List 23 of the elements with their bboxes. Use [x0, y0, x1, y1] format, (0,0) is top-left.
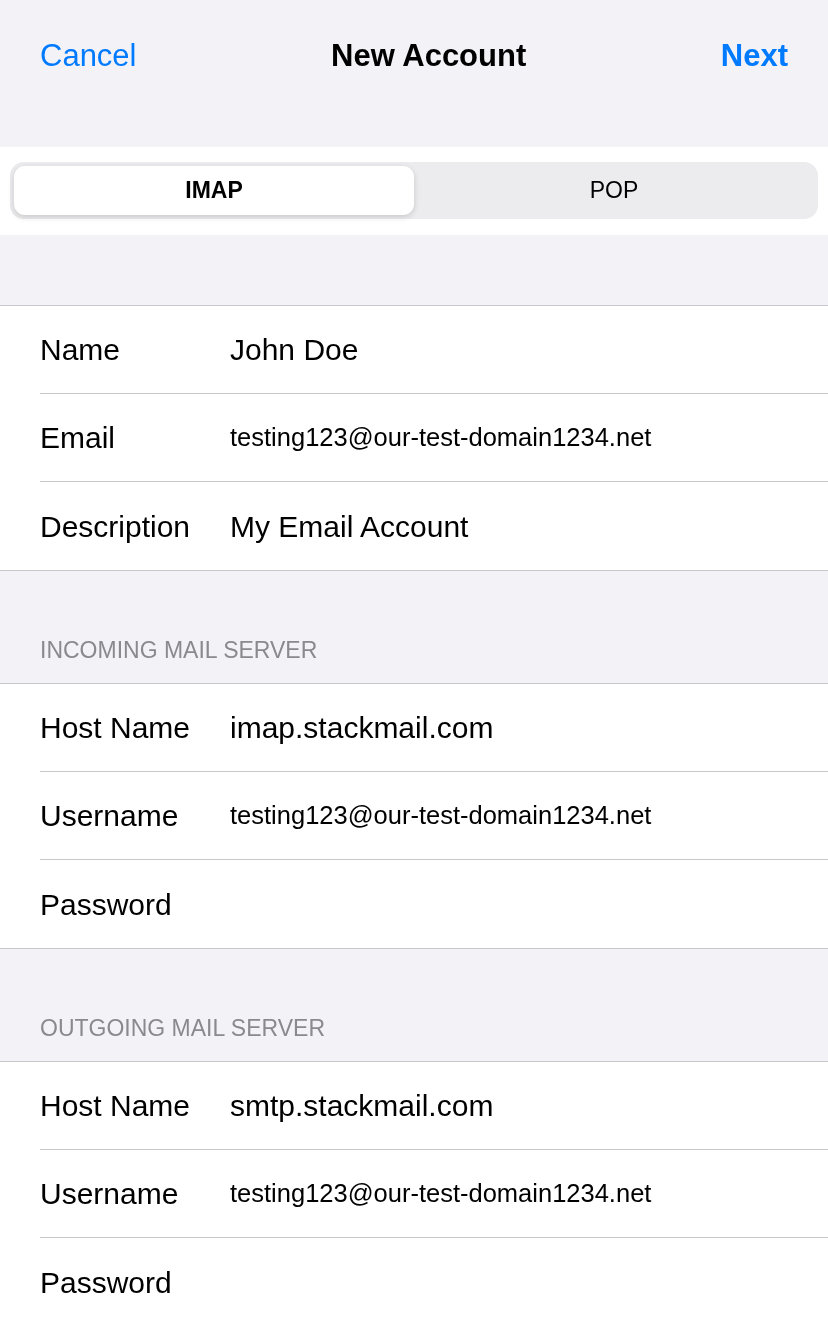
segment-tab[interactable]: POP: [414, 166, 814, 215]
field-label: Description: [40, 508, 192, 545]
field-label: Username: [40, 1176, 180, 1212]
input-field[interactable]: testing123@our-test-domain1234.net: [230, 418, 810, 457]
field-label: Password: [40, 886, 173, 923]
input-field[interactable]: testing123@our-test-domain1234.net: [230, 796, 810, 835]
field-label: Name: [40, 332, 122, 368]
field-label: Password: [40, 1264, 173, 1301]
field-label: Host Name: [40, 710, 192, 746]
screen-title: New Account: [331, 36, 527, 75]
field-label: Username: [40, 798, 180, 834]
input-field[interactable]: John Doe: [230, 327, 810, 372]
field-label: Host Name: [40, 1088, 192, 1124]
cancel-button[interactable]: Cancel: [40, 32, 137, 80]
field-label: Email: [40, 420, 116, 456]
input-field[interactable]: My Email Account: [230, 503, 810, 549]
segment-tab[interactable]: IMAP: [14, 166, 414, 215]
input-field[interactable]: testing123@our-test-domain1234.net: [230, 1174, 810, 1213]
section-header: OUTGOING MAIL SERVER: [40, 1013, 325, 1043]
input-field[interactable]: imap.stackmail.com: [230, 705, 810, 750]
section-header: INCOMING MAIL SERVER: [40, 635, 318, 665]
input-field[interactable]: smtp.stackmail.com: [230, 1083, 810, 1128]
next-button[interactable]: Next: [720, 32, 788, 80]
